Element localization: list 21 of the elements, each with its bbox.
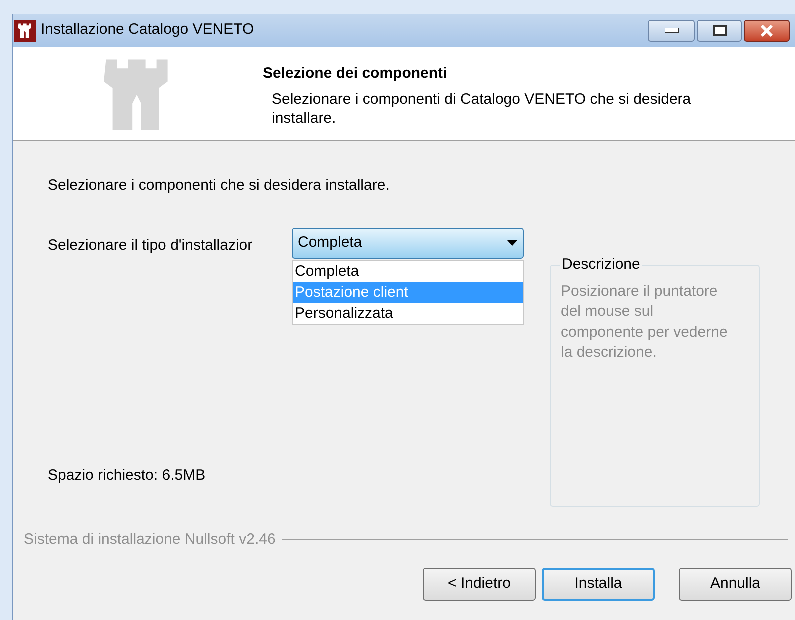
close-button[interactable] xyxy=(744,20,790,42)
install-type-label: Selezionare il tipo d'installazior xyxy=(48,236,254,256)
dropdown-option[interactable]: Completa xyxy=(293,260,523,282)
close-icon xyxy=(760,24,774,36)
dialog-button[interactable]: Installa xyxy=(542,568,655,601)
maximize-icon xyxy=(712,25,726,36)
description-text: Posizionare il puntatore del mouse sul componente per vederne la descrizione. xyxy=(561,282,729,363)
dropdown-option[interactable]: Personalizzata xyxy=(293,302,523,324)
maximize-button[interactable] xyxy=(697,20,742,42)
caret-icon xyxy=(507,240,518,246)
page-title: Selezione dei componenti xyxy=(263,64,448,84)
installer-branding: Sistema di installazione Nullsoft v2.46 xyxy=(24,530,276,550)
window-title: Installazione Catalogo VENETO xyxy=(41,20,254,40)
page-subtitle: Selezionare i componenti di Catalogo VENETO che si desidera installare. xyxy=(272,90,692,128)
space-required: Spazio richiesto: 6.5MB xyxy=(48,466,207,486)
minimize-icon xyxy=(664,28,678,33)
minimize-button[interactable] xyxy=(648,20,695,42)
install-type-dropdown[interactable]: Completa xyxy=(292,228,524,258)
intro-text: Selezionare i componenti che si desidera installare. xyxy=(48,176,391,196)
dialog-button[interactable]: < Indietro xyxy=(423,568,536,601)
dialog-button[interactable]: Annulla xyxy=(679,568,792,601)
